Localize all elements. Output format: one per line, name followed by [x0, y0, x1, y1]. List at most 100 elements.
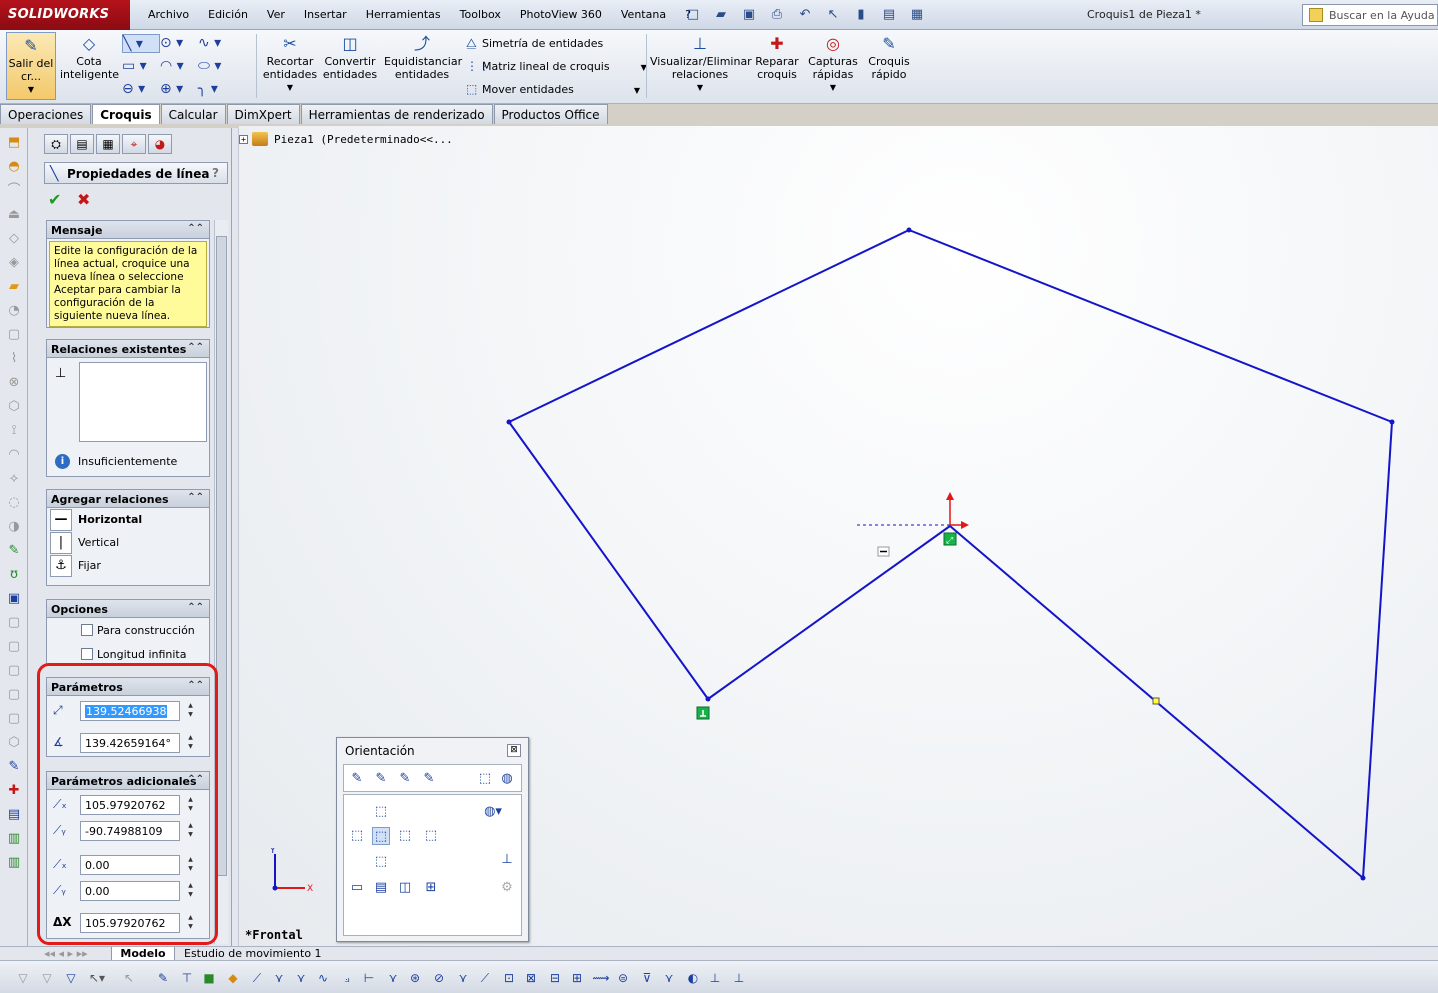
filter-vertices-icon[interactable]: ✎ [154, 969, 172, 987]
line-tool-icon[interactable]: ╲ ▾ [122, 34, 160, 53]
single-view-icon[interactable]: ▭ [348, 879, 366, 897]
end-y-spinner[interactable]: ▲ ▼ [184, 881, 197, 901]
menu-toolbox[interactable]: Toolbox [460, 8, 501, 21]
infinite-length-checkbox[interactable]: Longitud infinita [47, 642, 209, 666]
collapse-icon[interactable]: ⌃⌃ [187, 492, 204, 503]
end-x-spinner[interactable]: ▲ ▼ [184, 855, 197, 875]
tab-calcular[interactable]: Calcular [160, 104, 226, 124]
tab-modelo[interactable]: Modelo [111, 947, 175, 961]
tab-operaciones[interactable]: Operaciones [0, 104, 92, 124]
filter-surface-finish-icon[interactable]: ⋎ [454, 969, 472, 987]
app-logo[interactable]: SOLIDWORKS [0, 0, 130, 30]
circle-tool-icon[interactable]: ⊙ ▾ [160, 34, 198, 53]
select-other-icon[interactable]: ↖ [120, 969, 138, 987]
wrap-icon[interactable]: ⟟ [5, 422, 23, 440]
angle-input[interactable]: 139.42659164° [80, 733, 180, 753]
construction-checkbox[interactable]: Para construcción [47, 618, 209, 642]
filter-sketch-segments-icon[interactable]: ⊢ [360, 969, 378, 987]
menu-herramientas[interactable]: Herramientas [366, 8, 441, 21]
collapse-icon[interactable]: ⌃⌃ [187, 774, 204, 785]
file-properties-icon[interactable]: ▤ [878, 5, 900, 23]
link-views-icon[interactable]: ⚙ [498, 879, 516, 897]
rib-icon[interactable]: ⌇ [5, 350, 23, 368]
filter-axes-icon[interactable]: ⋎ [270, 969, 288, 987]
group-header[interactable]: Parámetros ⌃⌃ [47, 678, 209, 696]
save-icon[interactable]: ▣ [738, 5, 760, 23]
view-front-icon[interactable]: ⬚ [372, 827, 390, 845]
panel-splitter[interactable] [232, 128, 239, 948]
polygon-tool-icon[interactable]: ⊕ ▾ [160, 80, 198, 99]
view-bottom-icon[interactable]: ⬚ [372, 853, 390, 871]
convert-entities-button[interactable]: ◫ Convertir entidades [322, 33, 378, 81]
view-iso-icon[interactable]: ⬡ [5, 734, 23, 752]
arc-tool-icon[interactable]: ◠ ▾ [160, 57, 198, 76]
menu-photoview[interactable]: PhotoView 360 [520, 8, 602, 21]
tab-dimxpert[interactable]: DimXpert [226, 104, 300, 124]
group-header[interactable]: Agregar relaciones ⌃⌃ [47, 490, 209, 508]
loft-icon[interactable]: ⏏ [5, 206, 23, 224]
curve-tool-icon[interactable]: ʊ [5, 566, 23, 584]
dimxpert-manager-tab-icon[interactable]: ⌖ [122, 134, 146, 154]
view-cube-left-icon[interactable]: ▢ [5, 638, 23, 656]
view-cube-back-icon[interactable]: ▢ [5, 614, 23, 632]
start-x-input[interactable]: 105.97920762 [80, 795, 180, 815]
slot-tool-icon[interactable]: ⊖ ▾ [122, 80, 160, 99]
relation-vertical[interactable]: | Vertical [47, 531, 209, 554]
tab-scroll-icons[interactable]: ◂◂ ◂ ▸ ▸▸ [44, 947, 88, 960]
normal-to-icon[interactable]: ⊥ [498, 851, 516, 869]
fillet-tool-icon[interactable]: ╮ ▾ [198, 80, 236, 99]
smart-dim-icon[interactable]: ✚ [5, 782, 23, 800]
exit-sketch-button[interactable]: ✎ Salir del cr... ▼ [6, 32, 56, 100]
feature-manager-tab-icon[interactable]: ⛭ [44, 134, 68, 154]
new-document-icon[interactable]: □ [682, 5, 704, 23]
undo-icon[interactable]: ↶ [794, 5, 816, 23]
length-spinner[interactable]: ▲ ▼ [184, 701, 197, 721]
shell-icon[interactable]: ▢ [5, 326, 23, 344]
help-button[interactable]: ? [212, 166, 219, 180]
filter-more-icon[interactable]: ⊥ [730, 969, 748, 987]
end-y-input[interactable]: 0.00 [80, 881, 180, 901]
filter-toggle-icon[interactable]: ▽ [14, 969, 32, 987]
collapse-icon[interactable]: ⌃⌃ [187, 680, 204, 691]
smart-dimension-button[interactable]: ◇ Cota inteligente [60, 33, 119, 81]
view-cube-front-icon[interactable]: ▣ [5, 590, 23, 608]
rapid-sketch-button[interactable]: ✎ Croquis rápido [864, 33, 914, 81]
rebuild-icon[interactable]: ▮ [850, 5, 872, 23]
four-view-icon[interactable]: ⊞ [422, 879, 440, 897]
filter-weld-icon[interactable]: ⊟ [546, 969, 564, 987]
filter-gtol-icon[interactable]: ⟋ [476, 969, 494, 987]
print-icon[interactable]: ⎙ [766, 5, 788, 23]
new-view-icon[interactable]: ✎ [372, 770, 390, 788]
quick-snaps-button[interactable]: ◎ Capturas rápidas ▼ [806, 33, 860, 94]
update-view-icon[interactable]: ✎ [396, 770, 414, 788]
trim-entities-button[interactable]: ✂ Recortar entidades ▼ [262, 33, 318, 94]
sketch-icon[interactable]: ✎ [5, 758, 23, 776]
mirror-entities-button[interactable]: ⧋ Simetría de entidades [466, 36, 603, 51]
filter-connection-icon[interactable]: ⊥ [706, 969, 724, 987]
display-delete-relations-button[interactable]: ⊥ Visualizar/Eliminar relaciones ▼ [650, 33, 752, 94]
flex-icon[interactable]: ⟡ [5, 470, 23, 488]
filter-table-icon[interactable]: ⋎ [660, 969, 678, 987]
view-top-icon[interactable]: ⬚ [372, 803, 390, 821]
boundary-icon[interactable]: ◇ [5, 230, 23, 248]
hole-icon[interactable]: ⊗ [5, 374, 23, 392]
filter-solids-icon[interactable]: ⟋ [248, 969, 266, 987]
tab-motion-study[interactable]: Estudio de movimiento 1 [184, 947, 322, 960]
plane-icon[interactable]: ▰ [5, 278, 23, 296]
collapse-icon[interactable]: ⌃⌃ [187, 223, 204, 234]
filter-dimensions-icon[interactable]: ⊘ [430, 969, 448, 987]
revolve-icon[interactable]: ◓ [5, 158, 23, 176]
view-right-icon[interactable]: ⬚ [396, 827, 414, 845]
two-view-horizontal-icon[interactable]: ▤ [372, 879, 390, 897]
configuration-manager-tab-icon[interactable]: ▦ [96, 134, 120, 154]
view-selector-icon[interactable]: ⬚ [476, 770, 494, 788]
tab-croquis[interactable]: Croquis [92, 104, 160, 124]
close-button[interactable]: ⊠ [507, 744, 521, 757]
delta-x-input[interactable]: 105.97920762 [80, 913, 180, 933]
view-cube-bottom-icon[interactable]: ▢ [5, 710, 23, 728]
cut-extrude-icon[interactable]: ◈ [5, 254, 23, 272]
filter-surfaces-icon[interactable]: ◆ [224, 969, 242, 987]
spline-tool-icon[interactable]: ∿ ▾ [198, 34, 236, 53]
property-manager-tab-icon[interactable]: ▤ [70, 134, 94, 154]
menu-ver[interactable]: Ver [267, 8, 285, 21]
